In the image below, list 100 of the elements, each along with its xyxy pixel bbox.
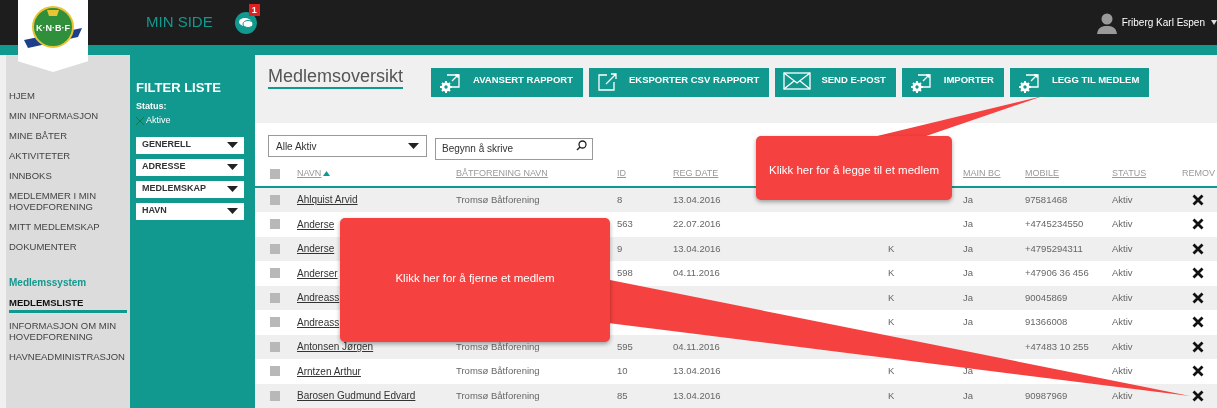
checkbox[interactable]: [270, 168, 280, 179]
table-cell: Ja: [963, 192, 974, 207]
toolbar-button[interactable]: EKSPORTER CSV RAPPORT: [589, 68, 770, 97]
close-icon[interactable]: [1192, 218, 1204, 231]
nav-item[interactable]: MEDLEMSLISTE: [9, 295, 127, 313]
nav-item[interactable]: MEDLEMMER I MIN HOVEDFORENING: [9, 188, 130, 214]
table-cell: 04.11.2016: [673, 339, 720, 354]
checkbox[interactable]: [270, 317, 280, 328]
table-cell: 85: [617, 388, 628, 403]
table-cell: Ja: [963, 217, 974, 232]
table-cell: Aktiv: [1112, 217, 1133, 232]
nav-item[interactable]: DOKUMENTER: [9, 239, 77, 254]
dropdown-caret-icon: [227, 142, 238, 148]
member-link[interactable]: Ahlquist Arvid: [297, 192, 358, 208]
status-label: Status:: [136, 99, 168, 113]
notification-badge: 1: [248, 3, 260, 16]
list-filter-select[interactable]: Alle Aktiv: [268, 135, 427, 157]
table-cell: Tromsø Båtforening: [456, 339, 540, 354]
table-cell: +47906 36 456: [1025, 266, 1089, 281]
close-icon[interactable]: [1192, 193, 1204, 206]
close-icon[interactable]: [1192, 267, 1204, 280]
checkbox[interactable]: [270, 219, 280, 230]
checkbox[interactable]: [270, 243, 280, 254]
page-heading: MIN SIDE: [146, 12, 213, 33]
table-cell: Tromsø Båtforening: [456, 192, 540, 207]
table-cell: Ja: [963, 241, 974, 256]
user-avatar-icon[interactable]: [1096, 11, 1117, 34]
table-cell: Ja: [963, 315, 974, 330]
close-icon[interactable]: [1192, 340, 1204, 353]
nav-item[interactable]: MIN INFORMASJON: [9, 108, 99, 123]
member-link[interactable]: Antonsen Jørgen: [297, 339, 374, 355]
member-link[interactable]: Anderse: [297, 241, 335, 257]
table-cell: Aktiv: [1112, 192, 1133, 207]
table-cell: 8: [617, 192, 623, 207]
filter-dropdown[interactable]: ADRESSE: [136, 158, 244, 176]
member-link[interactable]: Barosen Gudmund Edvard: [297, 388, 416, 404]
nav-item[interactable]: INFORMASJON OM MIN HOVEDFORENING: [9, 318, 130, 344]
table-cell: 90987969: [1025, 388, 1068, 403]
nav-item[interactable]: HJEM: [9, 88, 35, 103]
callout-tooltip: Klikk her for å legge til et medlem: [756, 136, 952, 200]
filter-dropdown[interactable]: HAVN: [136, 202, 244, 220]
table-cell: K: [888, 315, 895, 330]
table-cell: Aktiv: [1112, 241, 1133, 256]
table-cell: 9: [617, 241, 623, 256]
checkbox[interactable]: [270, 292, 280, 303]
logo: K·N·B·F: [18, 0, 88, 72]
checkbox[interactable]: [270, 366, 280, 377]
table-cell: K: [888, 388, 895, 403]
table-cell: 598: [617, 266, 633, 281]
member-link[interactable]: Anderser: [297, 265, 338, 281]
status-filter-label: Aktive: [146, 114, 171, 127]
nav-item[interactable]: MINE BÅTER: [9, 128, 68, 143]
column-header: REMOV: [1182, 166, 1215, 180]
nav-item[interactable]: INNBOKS: [9, 168, 52, 183]
member-link[interactable]: Arntzen Arthur: [297, 363, 361, 379]
search-field[interactable]: Begynn å skrive: [435, 137, 593, 160]
dropdown-caret-icon: [227, 208, 238, 214]
toolbar-button[interactable]: LEGG TIL MEDLEM: [1009, 68, 1150, 97]
table-cell: 90045869: [1025, 290, 1068, 305]
toolbar-button[interactable]: IMPORTER: [901, 68, 1004, 97]
callout-tooltip: Klikk her for å fjerne et medlem: [340, 218, 610, 342]
filter-dropdown[interactable]: GENERELL: [136, 136, 244, 154]
table-cell: K: [888, 290, 895, 305]
checkbox[interactable]: [270, 341, 280, 352]
toolbar-button[interactable]: SEND E-POST: [775, 68, 896, 97]
close-icon[interactable]: [1192, 389, 1204, 402]
table-cell: Ja: [963, 364, 974, 379]
table-cell: 10: [617, 364, 628, 379]
checkbox[interactable]: [270, 390, 280, 401]
close-icon[interactable]: [1192, 242, 1204, 255]
caret-icon[interactable]: [1211, 20, 1217, 25]
table-cell: K: [888, 266, 895, 281]
close-icon[interactable]: [1192, 291, 1204, 304]
table-cell: Tromsø Båtforening: [456, 364, 540, 379]
chat-icon[interactable]: [234, 11, 257, 34]
checkbox[interactable]: [270, 194, 280, 205]
close-icon[interactable]: [1192, 316, 1204, 329]
table-cell: +47483 10 255: [1025, 339, 1089, 354]
table-cell: Ja: [963, 388, 974, 403]
toolbar-button[interactable]: AVANSERT RAPPORT: [431, 68, 583, 97]
filter-dropdown[interactable]: MEDLEMSKAP: [136, 180, 244, 198]
table-cell: +4745234550: [1025, 217, 1084, 232]
nav-item[interactable]: HAVNEADMINISTRASJON: [9, 349, 125, 364]
member-link[interactable]: Andreass: [297, 290, 340, 306]
caret-icon: [408, 143, 419, 149]
gear-window-icon: [1017, 72, 1042, 94]
member-link[interactable]: Andreass: [297, 314, 340, 330]
nav-item[interactable]: AKTIVITETER: [9, 148, 71, 163]
table-cell: 22.07.2016: [673, 217, 721, 232]
section-heading: Medlemssystem: [9, 276, 88, 290]
close-icon[interactable]: [1192, 365, 1204, 378]
member-link[interactable]: Anderse: [297, 216, 335, 232]
dropdown-caret-icon: [227, 186, 238, 192]
page-title: Medlemsoversikt: [268, 65, 404, 89]
table-cell: 91366008: [1025, 315, 1068, 330]
gear-window-icon: [909, 72, 934, 94]
nav-item[interactable]: MITT MEDLEMSKAP: [9, 219, 100, 234]
table-cell: Ja: [963, 266, 974, 281]
user-name[interactable]: Friberg Karl Espen: [1121, 15, 1205, 30]
checkbox[interactable]: [270, 268, 280, 279]
